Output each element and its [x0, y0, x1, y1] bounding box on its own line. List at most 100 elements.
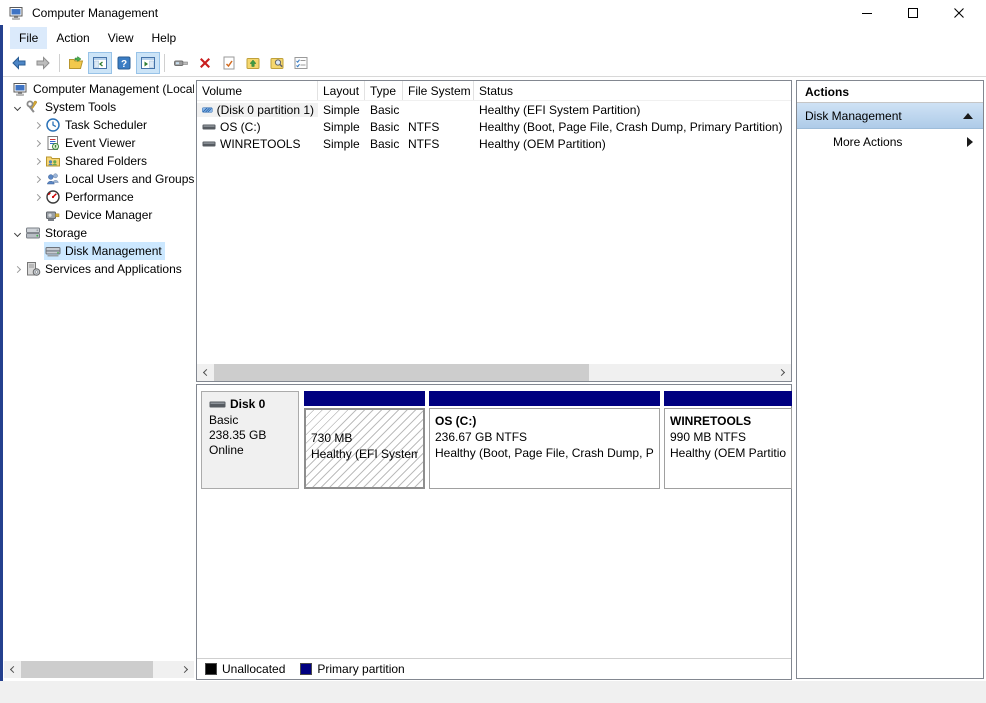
delete-x-icon [200, 58, 210, 68]
computer-management-window: Computer Management File Action View Hel… [0, 0, 986, 703]
tree-item-label: Task Scheduler [65, 118, 148, 132]
expand-chevron-icon[interactable] [30, 121, 44, 129]
volume-file-system: NTFS [408, 136, 440, 151]
volume-list-horizontal-scrollbar[interactable] [197, 364, 791, 381]
volume-row-winretools[interactable]: WINRETOOLS Simple Basic NTFS Healthy (OE… [197, 135, 791, 152]
tree-item-device-manager[interactable]: Device Manager [4, 206, 194, 224]
maximize-button[interactable] [890, 0, 936, 25]
collapse-section-icon[interactable] [963, 112, 973, 119]
striped-volume-icon [202, 106, 213, 113]
partition-name: WINRETOOLS [670, 414, 752, 428]
tree-item-performance[interactable]: Performance [4, 188, 194, 206]
tree-item-label: Services and Applications [45, 262, 182, 276]
action-pane-icon [141, 57, 155, 69]
menu-action[interactable]: Action [47, 27, 98, 49]
back-arrow-icon [12, 56, 26, 70]
expand-chevron-icon[interactable] [30, 157, 44, 165]
collapse-chevron-icon[interactable] [10, 229, 24, 237]
menu-help[interactable]: Help [143, 27, 186, 49]
scroll-right-button[interactable] [774, 364, 791, 381]
checklist-button[interactable] [289, 52, 313, 74]
folder-search-icon [270, 58, 284, 69]
column-header-status[interactable]: Status [474, 81, 791, 100]
tree-item-computer-management[interactable]: Computer Management (Local [4, 80, 194, 98]
column-header-file-system[interactable]: File System [403, 81, 474, 100]
scrollbar-thumb[interactable] [21, 661, 153, 678]
scroll-left-button[interactable] [4, 661, 21, 678]
expand-chevron-icon[interactable] [30, 193, 44, 201]
help-button[interactable]: ? [112, 52, 136, 74]
volume-row-os-c[interactable]: OS (C:) Simple Basic NTFS Healthy (Boot,… [197, 118, 791, 135]
submenu-arrow-icon [967, 137, 973, 147]
tree-item-system-tools[interactable]: System Tools [4, 98, 194, 116]
tree-item-services-and-applications[interactable]: Services and Applications [4, 260, 194, 278]
volume-name: WINRETOOLS [220, 136, 301, 151]
minimize-button[interactable] [844, 0, 890, 25]
window-controls [844, 0, 982, 25]
legend-primary-partition: Primary partition [300, 662, 405, 676]
column-header-volume[interactable]: Volume [197, 81, 318, 100]
tree-item-event-viewer[interactable]: Event Viewer [4, 134, 194, 152]
menu-view[interactable]: View [99, 27, 143, 49]
scroll-left-button[interactable] [197, 364, 214, 381]
scrollbar-thumb[interactable] [214, 364, 589, 381]
collapse-chevron-icon[interactable] [10, 103, 24, 111]
legend-label: Primary partition [317, 662, 405, 676]
properties-button[interactable] [217, 52, 241, 74]
volume-row-disk0-partition1[interactable]: (Disk 0 partition 1) Simple Basic Health… [197, 101, 791, 118]
close-button[interactable] [936, 0, 982, 25]
storage-icon [26, 227, 40, 239]
show-console-tree-button[interactable] [88, 52, 112, 74]
back-button[interactable] [7, 52, 31, 74]
forward-arrow-icon [36, 56, 50, 70]
system-tools-icon [26, 100, 37, 113]
expand-chevron-icon[interactable] [30, 139, 44, 147]
more-actions-label: More Actions [833, 135, 903, 149]
tree-item-label: Performance [65, 190, 134, 204]
legend-unallocated: Unallocated [205, 662, 285, 676]
scrollbar-track[interactable] [153, 661, 177, 678]
delete-button[interactable] [193, 52, 217, 74]
column-header-type[interactable]: Type [365, 81, 403, 100]
console-tree: Computer Management (Local System Tools … [4, 80, 194, 658]
show-action-pane-button[interactable] [136, 52, 160, 74]
tree-item-task-scheduler[interactable]: Task Scheduler [4, 116, 194, 134]
console-window-icon [174, 60, 188, 66]
partition-body[interactable]: OS (C:) 236.67 GB NTFS Healthy (Boot, Pa… [429, 408, 660, 489]
volume-list-header: Volume Layout Type File System Status [197, 81, 791, 101]
tree-horizontal-scrollbar[interactable] [4, 661, 194, 678]
partition-os-c[interactable]: OS (C:) 236.67 GB NTFS Healthy (Boot, Pa… [429, 391, 660, 489]
tree-item-local-users-and-groups[interactable]: Local Users and Groups [4, 170, 194, 188]
folder-up-button[interactable] [241, 52, 265, 74]
scroll-right-button[interactable] [177, 661, 194, 678]
menu-file[interactable]: File [10, 26, 48, 49]
tree-item-label: Shared Folders [65, 154, 148, 168]
toolbar-separator [59, 54, 60, 72]
volume-status: Healthy (Boot, Page File, Crash Dump, Pr… [479, 119, 783, 134]
forward-button[interactable] [31, 52, 55, 74]
tree-item-shared-folders[interactable]: Shared Folders [4, 152, 194, 170]
scrollbar-track[interactable] [589, 364, 774, 381]
document-check-icon [223, 56, 235, 70]
tree-item-disk-management[interactable]: Disk Management [4, 242, 194, 260]
volume-type: Basic [370, 136, 400, 151]
tree-item-storage[interactable]: Storage [4, 224, 194, 242]
open-folder-button[interactable] [64, 52, 88, 74]
partition-winretools[interactable]: WINRETOOLS 990 MB NTFS Healthy (OEM Part… [664, 391, 792, 489]
window-title: Computer Management [32, 5, 159, 20]
console-window-button[interactable] [169, 52, 193, 74]
tree-item-label: Computer Management (Local [33, 82, 194, 96]
column-header-layout[interactable]: Layout [318, 81, 365, 100]
services-applications-icon [27, 262, 41, 276]
folder-search-button[interactable] [265, 52, 289, 74]
task-scheduler-icon [46, 118, 60, 132]
actions-section-disk-management[interactable]: Disk Management [797, 103, 983, 129]
partition-efi-system[interactable]: 730 MB Healthy (EFI System [304, 391, 425, 489]
expand-chevron-icon[interactable] [10, 265, 24, 273]
expand-chevron-icon[interactable] [30, 175, 44, 183]
more-actions-item[interactable]: More Actions [797, 129, 983, 155]
partition-body[interactable]: WINRETOOLS 990 MB NTFS Healthy (OEM Part… [664, 408, 792, 489]
partition-body-selected[interactable]: 730 MB Healthy (EFI System [304, 408, 425, 489]
disk-0-info-block[interactable]: Disk 0 Basic 238.35 GB Online [201, 391, 299, 489]
disk-0-row: Disk 0 Basic 238.35 GB Online 730 MB Hea… [201, 391, 796, 489]
